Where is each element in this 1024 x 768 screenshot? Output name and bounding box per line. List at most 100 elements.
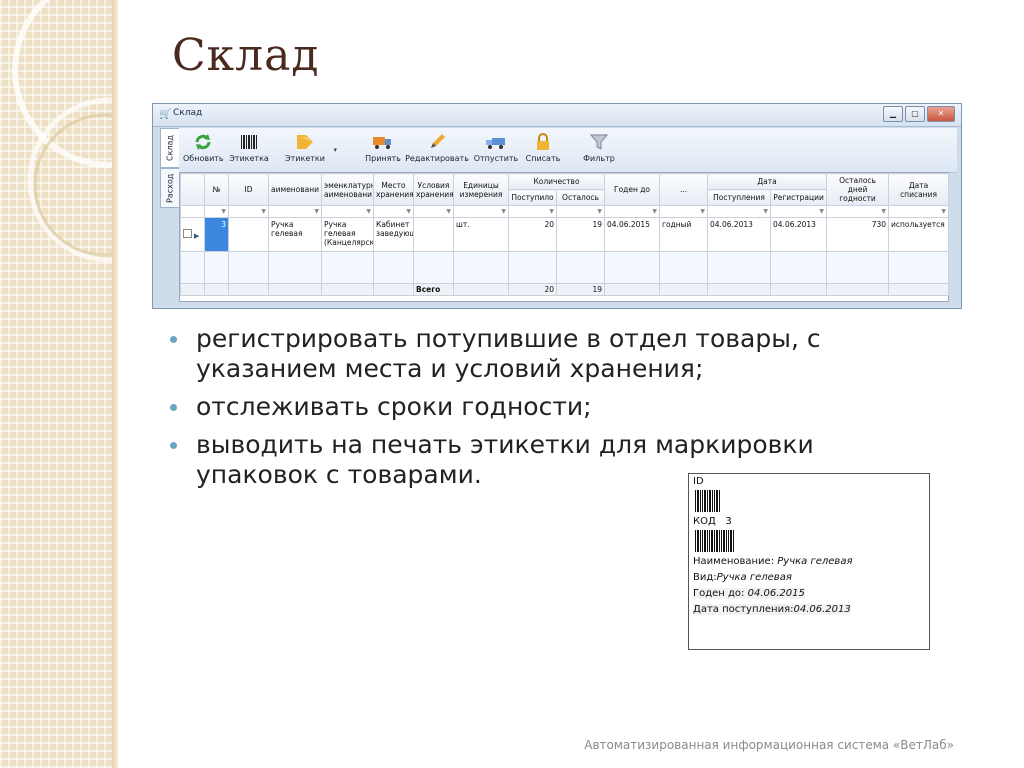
write-off-button[interactable]: Списать <box>523 132 563 163</box>
label-kind: Вид:Ручка гелевая <box>693 572 792 583</box>
filter-cell[interactable]: ▼ <box>373 205 414 218</box>
minimize-button[interactable]: ▁ <box>883 106 903 122</box>
side-tab-raskhod[interactable]: Расход <box>160 168 180 208</box>
window-titlebar[interactable]: 🛒 Склад ▁ ▢ ✕ <box>153 104 961 127</box>
label-code: КОД 3 <box>693 516 732 527</box>
grid-header-select <box>180 173 205 206</box>
grid-header-dots[interactable]: ... <box>659 173 709 206</box>
cell-conditions[interactable] <box>413 217 454 252</box>
truck-out-icon <box>486 138 505 149</box>
lock-icon <box>537 133 549 150</box>
filter-cell[interactable]: ▼ <box>770 205 828 218</box>
cell-nomenclature[interactable]: Ручка гелевая (Канцелярск <box>321 217 374 252</box>
grid-header-received[interactable]: Поступило <box>508 189 557 206</box>
side-tab-sklad[interactable]: Склад <box>160 128 180 168</box>
cell-place[interactable]: Кабинет заведующ <box>373 217 414 252</box>
cell-units[interactable]: шт. <box>453 217 509 252</box>
filter-cell[interactable]: ▼ <box>453 205 509 218</box>
filter-cell[interactable]: ▼ <box>413 205 454 218</box>
cell-valid-until[interactable]: 04.06.2015 <box>604 217 661 252</box>
side-tabs: Склад Расход <box>158 128 180 308</box>
filter-cell[interactable]: ▼ <box>826 205 890 218</box>
barcode-icon <box>695 490 721 512</box>
chevron-down-icon: ▼ <box>314 208 319 215</box>
label-sample: ID КОД 3 Наименование: Ручка гелевая Вид… <box>688 473 930 650</box>
cell-date-received[interactable]: 04.06.2013 <box>707 217 772 252</box>
filter-cell[interactable]: ▼ <box>228 205 269 218</box>
chevron-down-icon[interactable]: ▾ <box>333 146 337 154</box>
grid-header-remaining[interactable]: Осталось <box>555 189 606 206</box>
filter-cell[interactable]: ▼ <box>555 205 606 218</box>
chevron-down-icon: ▼ <box>549 208 554 215</box>
chevron-down-icon: ▼ <box>881 208 887 215</box>
cell-days-left[interactable]: 730 <box>826 217 890 252</box>
filter-cell[interactable]: ▼ <box>707 205 772 218</box>
grid-header-date: Дата <box>707 173 828 190</box>
grid-header-nomenclature[interactable]: эменклатурн аименовани <box>321 173 374 206</box>
refresh-icon <box>195 134 211 150</box>
decorative-band <box>0 0 112 768</box>
stock-grid: № ID аименовани эменклатурн аименовани М… <box>179 172 950 302</box>
label-id: ID <box>693 476 704 487</box>
table-row[interactable]: ▶ 3 Ручка гелевая Ручка гелевая (Канцеля… <box>180 217 950 252</box>
grid-header-days-left[interactable]: Осталось дней годности <box>826 173 890 206</box>
chevron-down-icon: ▼ <box>261 208 266 215</box>
filter-cell[interactable]: ▼ <box>888 205 950 218</box>
grid-header-conditions[interactable]: Условия хранения <box>413 173 454 206</box>
cell-remaining[interactable]: 19 <box>555 217 606 252</box>
chevron-down-icon: ▼ <box>221 208 226 215</box>
grid-header-write-off[interactable]: Дата списания <box>888 173 950 206</box>
chevron-down-icon: ▼ <box>366 208 371 215</box>
cell-date-registered[interactable]: 04.06.2013 <box>770 217 828 252</box>
grid-header-name[interactable]: аименовани <box>268 173 322 206</box>
release-button[interactable]: Отпустить <box>473 132 519 163</box>
total-remaining: 19 <box>555 283 606 296</box>
labels-button[interactable]: Этикетки ▾ <box>285 132 337 163</box>
checkbox[interactable] <box>183 229 192 238</box>
filter-icon <box>590 134 608 150</box>
bullet-dot <box>170 336 177 343</box>
grid-header-place[interactable]: Место хранения <box>373 173 414 206</box>
filter-cell[interactable]: ▼ <box>604 205 661 218</box>
cell-name[interactable]: Ручка гелевая <box>268 217 322 252</box>
grid-header-valid-until[interactable]: Годен до <box>604 173 661 206</box>
grid-header-units[interactable]: Единицы измерения <box>453 173 509 206</box>
close-button[interactable]: ✕ <box>927 106 955 122</box>
filter-cell <box>180 205 205 218</box>
row-pointer-icon: ▶ <box>194 232 200 240</box>
slide-title: Склад <box>172 30 320 81</box>
filter-cell[interactable]: ▼ <box>204 205 229 218</box>
empty-row <box>180 251 950 284</box>
row-selector[interactable]: ▶ <box>180 217 205 252</box>
filter-button[interactable]: Фильтр <box>579 132 619 163</box>
bullet-dot <box>170 404 177 411</box>
filter-cell[interactable]: ▼ <box>508 205 557 218</box>
accept-button[interactable]: Принять <box>363 132 403 163</box>
toolbar: Обновить Этикетка Этикетки ▾ Принять Ред… <box>179 128 957 173</box>
grid-header-date-received[interactable]: Поступления <box>707 189 772 206</box>
warehouse-window: 🛒 Склад ▁ ▢ ✕ Склад Расход Обновить Этик… <box>152 103 962 309</box>
filter-cell[interactable]: ▼ <box>321 205 374 218</box>
maximize-button[interactable]: ▢ <box>905 106 925 122</box>
edit-button[interactable]: Редактировать <box>405 132 469 163</box>
band-edge <box>112 0 118 768</box>
window-title: Склад <box>173 108 203 118</box>
bullet-item: регистрировать потупившие в отдел товары… <box>164 324 904 384</box>
cell-num[interactable]: 3 <box>204 217 229 252</box>
grid-header-num[interactable]: № <box>204 173 229 206</box>
refresh-button[interactable]: Обновить <box>183 132 224 163</box>
chevron-down-icon: ▼ <box>819 208 825 215</box>
cell-received[interactable]: 20 <box>508 217 557 252</box>
cell-write-off[interactable]: используется <box>888 217 950 252</box>
label-name: Наименование: Ручка гелевая <box>693 556 853 567</box>
grid-header-date-registered[interactable]: Регистрации <box>770 189 828 206</box>
chevron-down-icon: ▼ <box>700 208 706 215</box>
filter-cell[interactable]: ▼ <box>268 205 322 218</box>
barcode-icon <box>241 135 257 149</box>
grid-header-id[interactable]: ID <box>228 173 269 206</box>
label-button[interactable]: Этикетка <box>229 132 269 163</box>
filter-cell[interactable]: ▼ <box>659 205 709 218</box>
chevron-down-icon: ▼ <box>597 208 603 215</box>
cell-id[interactable] <box>228 217 269 252</box>
cell-status[interactable]: годный <box>659 217 709 252</box>
